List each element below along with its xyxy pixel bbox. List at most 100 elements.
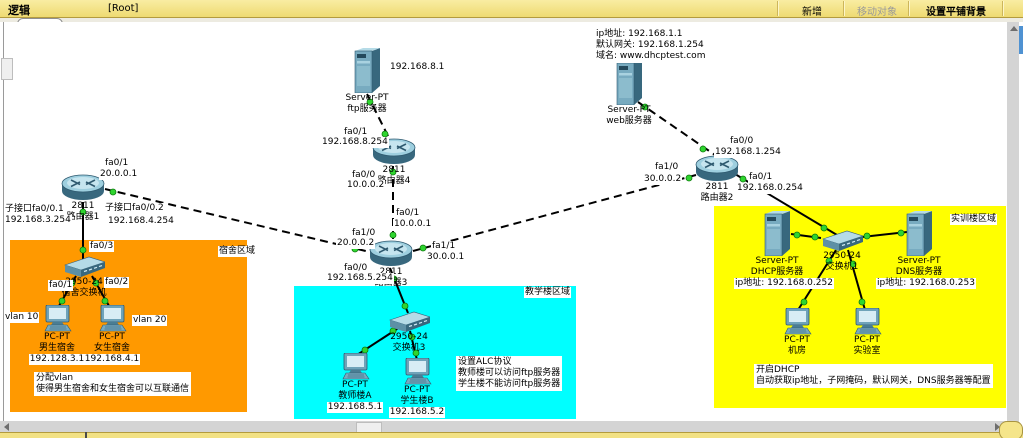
port-ip-label: 192.168.5.254 — [326, 273, 394, 284]
device-name-label: ftp服务器 — [347, 104, 387, 114]
device-name-label: web服务器 — [606, 116, 652, 126]
vertical-scrollbar[interactable] — [1007, 22, 1019, 421]
device-name-label: DNS服务器 — [895, 267, 943, 277]
ip-label-dns: ip地址: 192.168.0.253 — [876, 278, 976, 289]
device-name-label: 路由器2 — [700, 193, 734, 203]
router-icon — [369, 240, 413, 267]
toolbar-separator — [908, 1, 910, 16]
info-line: 默认网关: 192.168.1.254 — [596, 40, 704, 50]
note-line: 分配vlan — [36, 373, 74, 383]
toolbar-separator — [843, 1, 845, 16]
set-tiled-background-button[interactable]: 设置平铺背景 — [911, 3, 1001, 18]
port-ip-label: 10.0.0.1 — [393, 219, 433, 230]
server-icon — [616, 60, 642, 105]
port-ip-label: 192.168.1.254 — [714, 147, 782, 158]
switch-icon — [388, 311, 430, 332]
pc-icon — [99, 305, 126, 332]
port-label: 子接口fa0/0.1 — [4, 204, 65, 215]
bottom-toolbar-knob[interactable] — [999, 421, 1023, 438]
port-label: fa0/1 — [48, 280, 74, 291]
web-server-infobox: ip地址: 192.168.1.1 默认网关: 192.168.1.254 域名… — [594, 28, 708, 63]
vlan-label: vlan 10 — [4, 312, 40, 323]
link-router3-router2[interactable] — [412, 174, 697, 252]
device-model-label: 2950-24 — [390, 332, 428, 342]
port-ip-label: 20.0.0.2 — [336, 238, 376, 249]
ip-label-ftp: 192.168.8.1 — [389, 62, 446, 73]
region-title-teaching: 教学楼区域 — [524, 287, 572, 298]
device-model-label: PC-PT — [99, 332, 125, 342]
new-cluster-button[interactable]: 新增 — [782, 3, 842, 18]
port-label: fa0/2 — [104, 277, 130, 288]
port-ip-label: 30.0.0.1 — [426, 252, 466, 263]
port-label: fa0/1 — [395, 208, 421, 219]
packet-tracer-logical-workspace: 逻辑 [Root] 新增 移动对象 设置平铺背景 Server-PT ftp服务… — [0, 0, 1023, 438]
root-breadcrumb[interactable]: [Root] — [108, 3, 138, 14]
toolbar-separator — [1002, 1, 1004, 16]
note-line: 自动获取ip地址，子网掩码，默认网关，DNS服务器等配置 — [756, 376, 991, 386]
device-pc-girls[interactable]: PC-PT 女生宿舍 192.168.4.1 — [69, 305, 155, 365]
bottom-toolbar-edge — [0, 432, 1023, 438]
device-name-label: DHCP服务器 — [750, 267, 804, 277]
switch-icon — [63, 256, 105, 277]
server-icon — [354, 48, 380, 93]
vlan-label: vlan 20 — [132, 315, 168, 326]
port-ip-label: 20.0.0.1 — [99, 169, 139, 180]
device-pc-lab[interactable]: PC-PT 实验室 — [824, 308, 910, 357]
region-title-training: 实训楼区域 — [950, 214, 998, 225]
port-ip-label: 192.168.0.254 — [736, 183, 804, 194]
note-line: 开启DHCP — [756, 365, 800, 375]
note-teaching: 设置ALC协议 教师楼可以访问ftp服务器 学生楼不能访问ftp服务器 — [456, 356, 563, 391]
port-label: fa1/0 — [654, 162, 680, 173]
note-dorm: 分配vlan 使得男生宿舍和女生宿舍可以互联通信 — [34, 372, 192, 396]
ip-label-dhcp: ip地址: 192.168.0.252 — [734, 278, 834, 289]
device-model-label: Server-PT — [755, 256, 799, 266]
scroll-left-icon[interactable] — [4, 423, 9, 431]
side-panel-edge — [1019, 26, 1023, 54]
pc-icon — [854, 308, 881, 335]
device-web-server[interactable]: Server-PT web服务器 — [586, 60, 672, 127]
device-model-label: Server-PT — [607, 105, 651, 115]
port-ip-label: 30.0.0.2 — [643, 174, 683, 185]
horizontal-scrollbar[interactable] — [0, 421, 1007, 433]
device-switch3[interactable]: 2950-24 交换机3 — [366, 311, 452, 354]
port-label: fa0/0 — [729, 136, 755, 147]
pc-icon — [404, 358, 431, 385]
bottom-toolbar-divider — [85, 432, 87, 438]
switch-icon — [821, 230, 863, 251]
server-icon — [764, 211, 790, 256]
scroll-up-icon[interactable] — [1010, 26, 1018, 31]
port-label: 子接口fa0/0.2 — [104, 203, 165, 214]
device-model-label: Server-PT — [897, 256, 941, 266]
device-model-label: Server-PT — [345, 93, 389, 103]
device-name-label: 学生楼B — [400, 396, 434, 406]
note-training: 开启DHCP 自动获取ip地址，子网掩码，默认网关，DNS服务器等配置 — [754, 364, 993, 388]
device-pc-student[interactable]: PC-PT 学生楼B 192.168.5.2 — [374, 358, 460, 418]
note-line: 教师楼可以访问ftp服务器 — [458, 368, 561, 378]
device-name-label: 实验室 — [853, 346, 881, 356]
region-title-dorm: 宿舍区域 — [218, 246, 257, 257]
server-icon — [906, 211, 932, 256]
pc-icon — [44, 305, 71, 332]
pc-icon — [342, 353, 369, 380]
note-line: 使得男生宿舍和女生宿舍可以互联通信 — [36, 384, 190, 394]
port-label: fa0/3 — [89, 241, 115, 252]
port-ip-label: 192.168.8.254 — [321, 137, 389, 148]
workspace-mode-label: 逻辑 — [8, 4, 30, 17]
port-ip-label: 192.168.3.254 — [4, 215, 72, 226]
move-object-button[interactable]: 移动对象 — [846, 3, 908, 18]
pc-icon — [784, 308, 811, 335]
info-line: ip地址: 192.168.1.1 — [596, 29, 683, 39]
port-label: fa0/1 — [748, 172, 774, 183]
note-line: 学生楼不能访问ftp服务器 — [458, 379, 561, 389]
note-line: 设置ALC协议 — [458, 357, 512, 367]
device-dhcp-server[interactable]: Server-PT DHCP服务器 ip地址: 192.168.0.252 — [734, 211, 834, 289]
device-ftp-server[interactable]: Server-PT ftp服务器 — [324, 48, 410, 115]
info-line: 域名: www.dhcptest.com — [596, 51, 706, 61]
device-name-label: 女生宿舍 — [93, 343, 130, 353]
ip-label-pc-student: 192.168.5.2 — [388, 407, 446, 418]
port-label: fa0/1 — [104, 158, 130, 169]
topology-canvas[interactable]: Server-PT ftp服务器 192.168.8.1 ip地址: 192.1… — [3, 22, 1008, 421]
toolbar-separator — [777, 1, 779, 16]
workspace-titlebar: 逻辑 [Root] 新增 移动对象 设置平铺背景 — [0, 0, 1023, 18]
port-ip-label: 192.168.4.254 — [107, 216, 175, 227]
